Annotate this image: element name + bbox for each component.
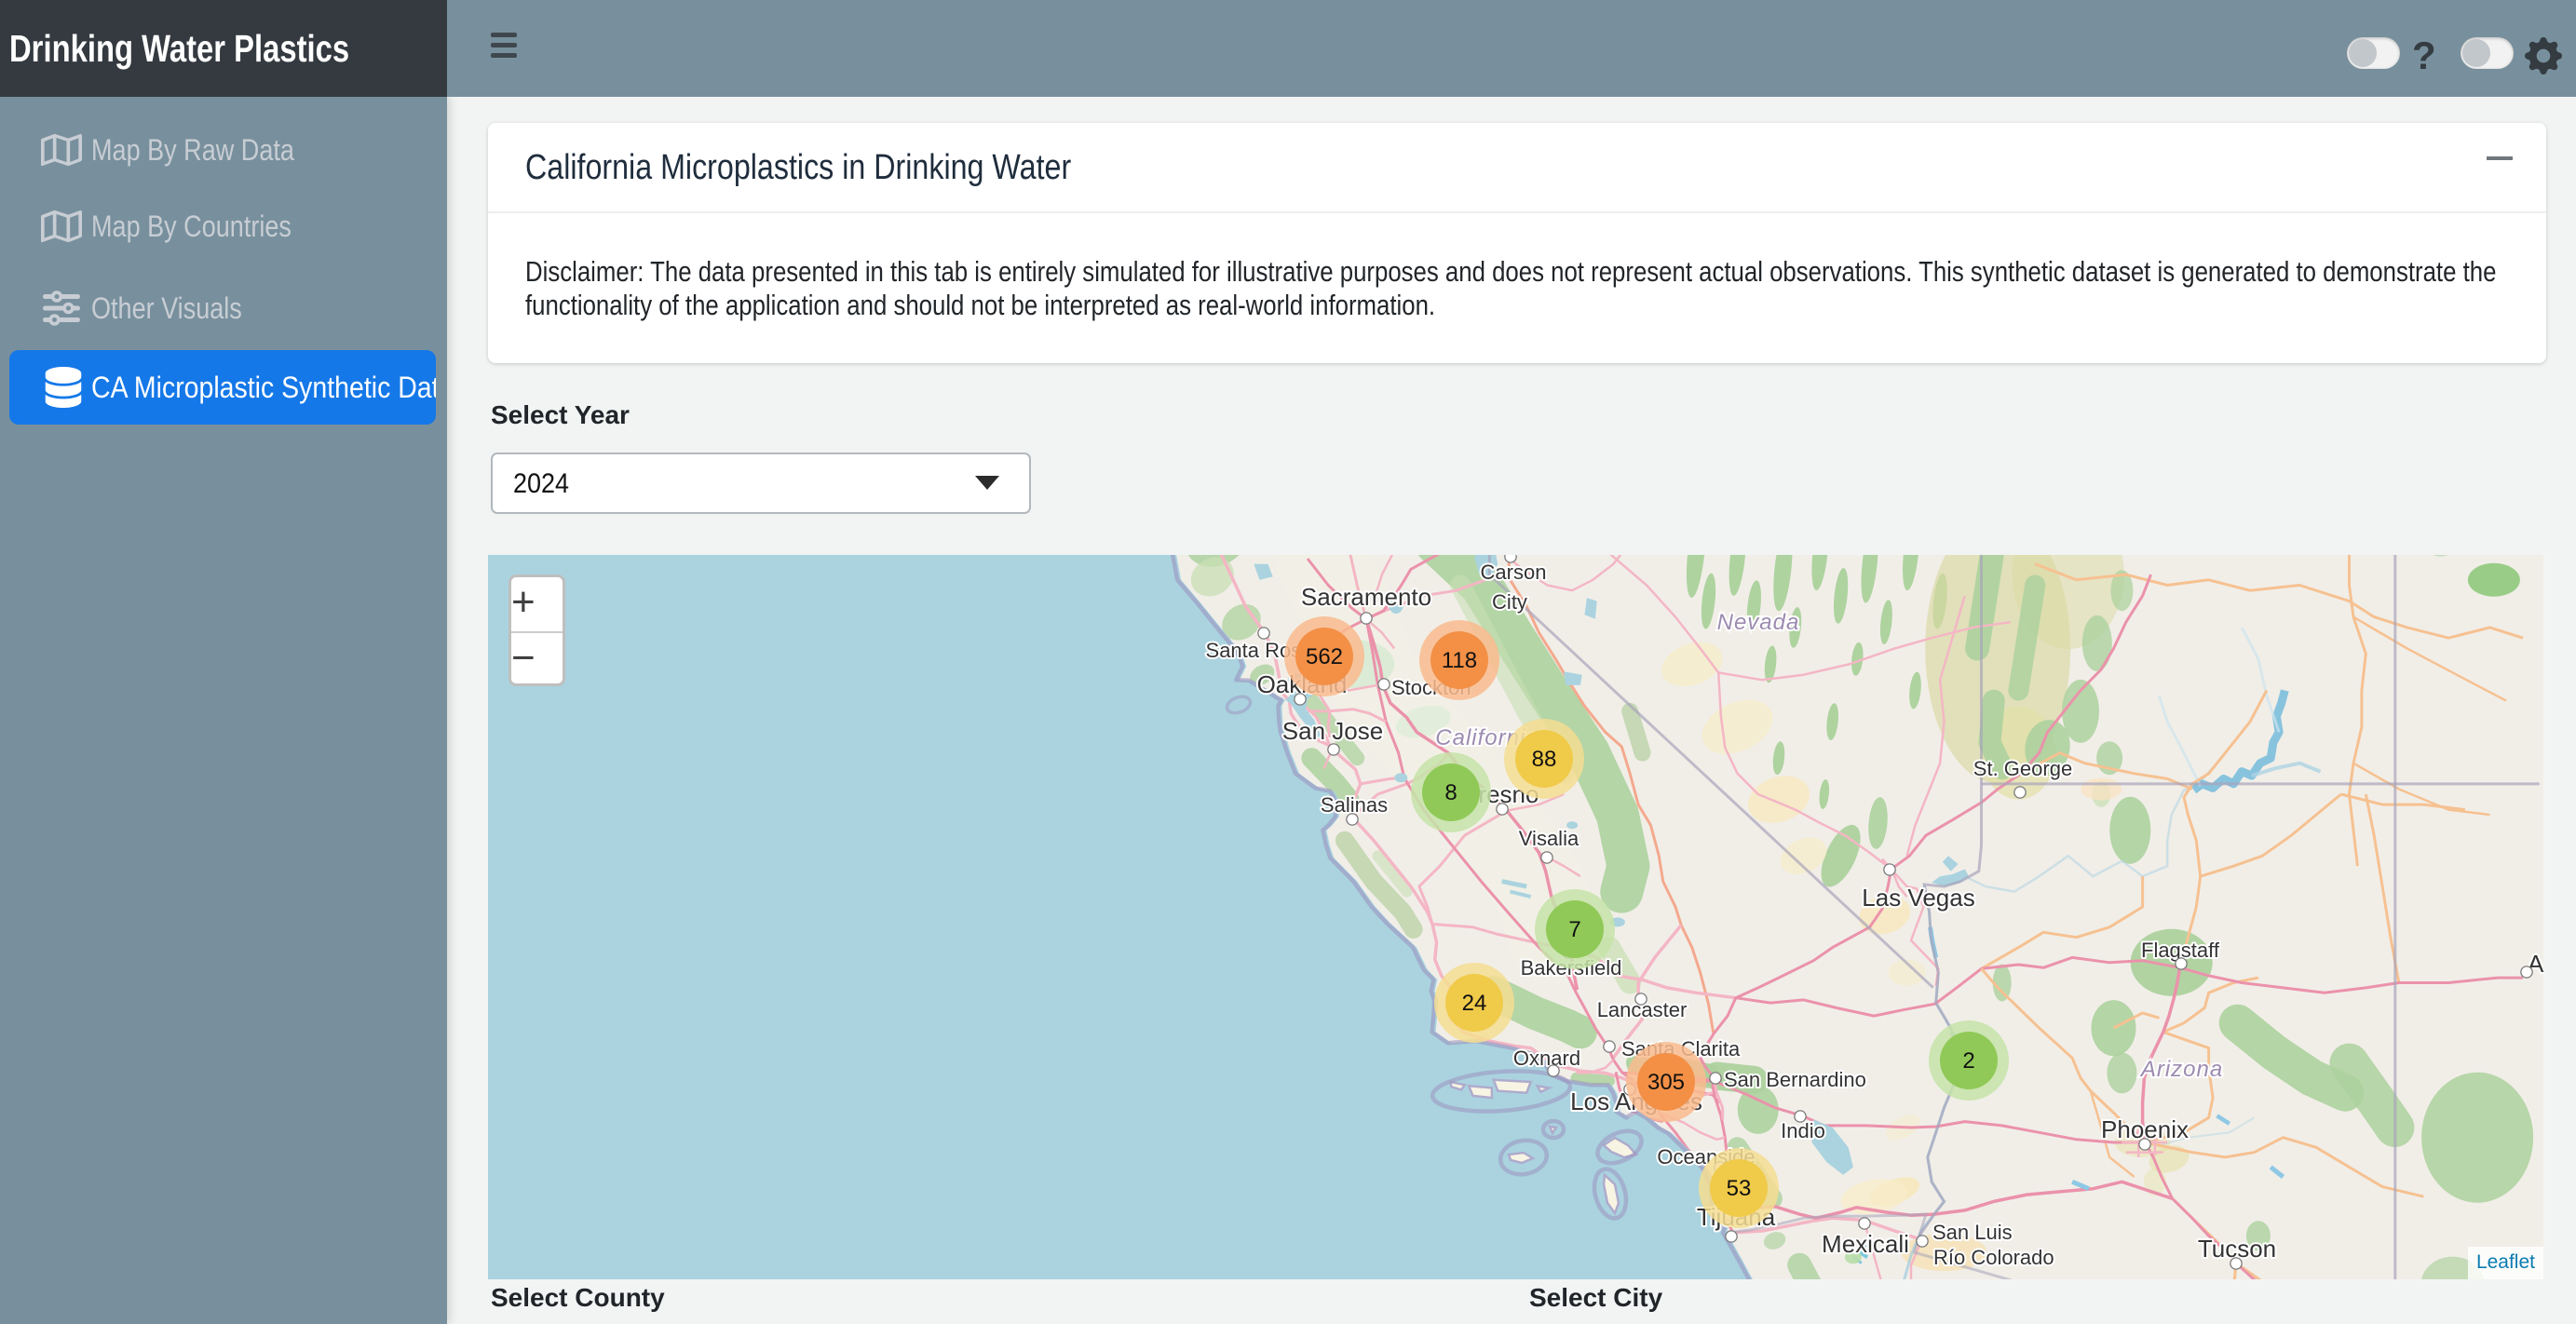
svg-text:Mexicali: Mexicali [1822,1230,1909,1258]
svg-text:2: 2 [1962,1048,1974,1074]
svg-text:Las Vegas: Las Vegas [1862,884,1974,912]
svg-text:118: 118 [1442,648,1477,673]
svg-text:88: 88 [1532,747,1557,772]
svg-text:24: 24 [1462,991,1487,1016]
svg-text:53: 53 [1727,1176,1752,1201]
svg-text:Arizona: Arizona [2139,1057,2223,1082]
svg-text:Nevada: Nevada [1717,610,1800,635]
svg-text:562: 562 [1306,644,1343,669]
svg-text:Río Colorado: Río Colorado [1933,1246,2054,1269]
svg-text:305: 305 [1647,1070,1685,1095]
svg-text:Indio: Indio [1781,1119,1825,1142]
svg-text:Oxnard: Oxnard [1513,1047,1580,1070]
svg-text:Carson: Carson [1481,561,1547,584]
svg-text:San Luis: San Luis [1932,1221,2013,1244]
svg-text:Sacramento: Sacramento [1301,583,1431,611]
svg-text:7: 7 [1568,917,1580,942]
svg-text:San Bernardino: San Bernardino [1724,1068,1866,1091]
svg-text:San Jose: San Jose [1282,717,1383,745]
svg-text:St. George: St. George [1973,757,2072,780]
svg-text:City: City [1492,590,1527,614]
svg-text:8: 8 [1444,780,1457,805]
svg-text:Visalia: Visalia [1519,827,1579,850]
svg-text:Salinas: Salinas [1321,793,1388,817]
